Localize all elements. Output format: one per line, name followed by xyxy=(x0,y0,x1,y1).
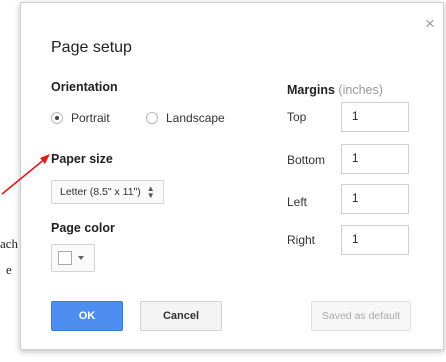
radio-landscape[interactable]: Landscape xyxy=(146,111,225,125)
paper-size-select[interactable]: Letter (8.5" x 11") ▲ ▼ xyxy=(51,180,164,204)
radio-selected-icon xyxy=(51,112,63,124)
background-text-fragment: e xyxy=(6,262,12,277)
set-as-default-button: Saved as default xyxy=(311,301,411,331)
screen: ach e × Page setup Orientation Portrait … xyxy=(0,0,446,362)
orientation-label: Orientation xyxy=(51,80,118,94)
margins-unit: (inches) xyxy=(338,83,383,97)
page-setup-dialog: × Page setup Orientation Portrait Landsc… xyxy=(20,2,444,350)
margins-title: Margins xyxy=(287,83,335,97)
cancel-button[interactable]: Cancel xyxy=(140,301,222,331)
background-text-fragment: ach xyxy=(0,236,19,251)
close-icon[interactable]: × xyxy=(421,15,439,33)
chevron-down-icon xyxy=(78,256,84,260)
updown-arrows-icon: ▲ ▼ xyxy=(146,184,155,200)
radio-label: Landscape xyxy=(166,111,225,125)
color-swatch xyxy=(58,251,72,265)
dialog-title: Page setup xyxy=(51,39,132,56)
paper-size-label: Paper size xyxy=(51,152,113,166)
ok-button[interactable]: OK xyxy=(51,301,123,331)
radio-portrait[interactable]: Portrait xyxy=(51,111,110,125)
radio-label: Portrait xyxy=(71,111,110,125)
margin-top-label: Top xyxy=(287,110,307,124)
page-color-label: Page color xyxy=(51,221,115,235)
margin-left-label: Left xyxy=(287,195,308,209)
margin-left-input[interactable] xyxy=(341,184,409,214)
radio-unselected-icon xyxy=(146,112,158,124)
page-color-picker[interactable] xyxy=(51,244,95,272)
margin-right-label: Right xyxy=(287,233,316,247)
margin-right-input[interactable] xyxy=(341,225,409,255)
margin-top-input[interactable] xyxy=(341,102,409,132)
margin-bottom-input[interactable] xyxy=(341,144,409,174)
paper-size-value: Letter (8.5" x 11") xyxy=(60,186,141,198)
margin-bottom-label: Bottom xyxy=(287,153,326,167)
margins-label: Margins (inches) xyxy=(287,83,383,97)
